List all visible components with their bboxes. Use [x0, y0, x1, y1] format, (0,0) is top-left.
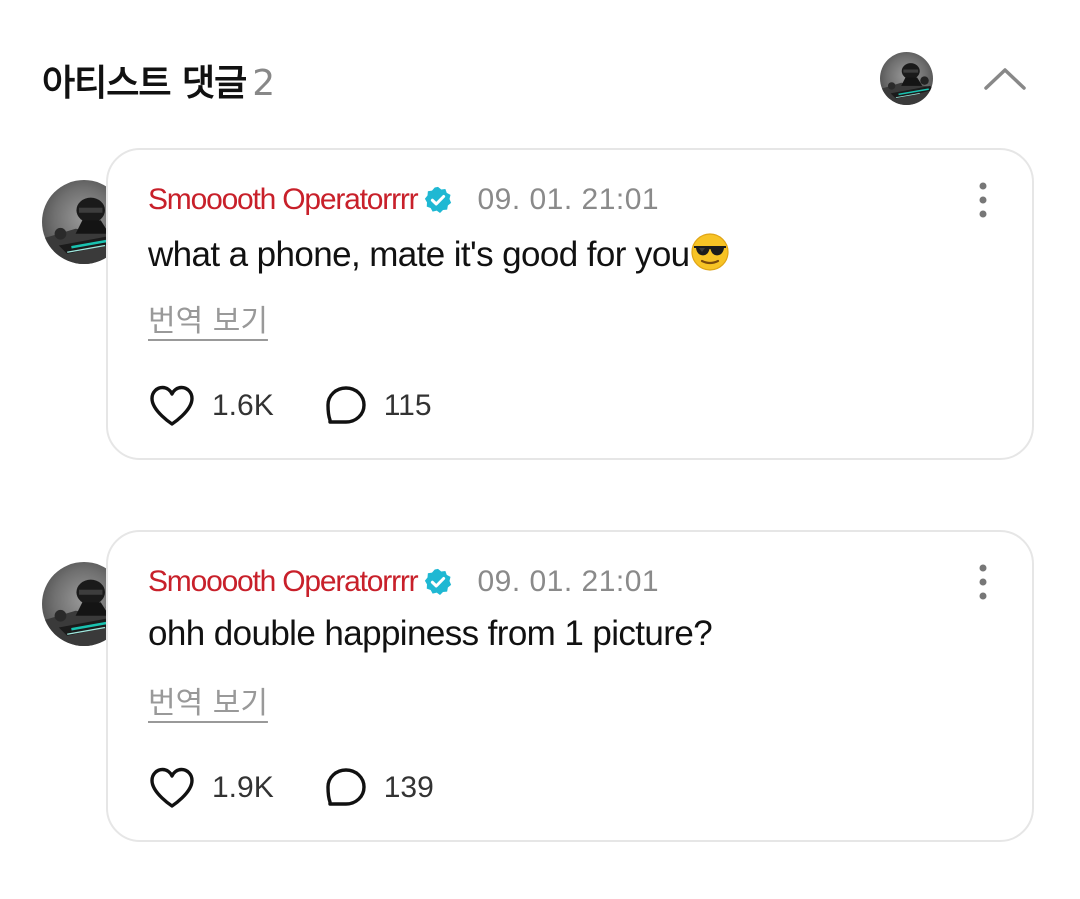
comment-body: what a phone, mate it's good for you — [148, 232, 730, 275]
more-options-button[interactable] — [970, 180, 996, 220]
reply-button[interactable]: 115 — [324, 384, 432, 428]
section-title-label: 아티스트 댓글 — [42, 63, 247, 104]
author-name[interactable]: Smooooth Operatorrrr — [148, 565, 419, 599]
like-count: 1.6K — [212, 389, 274, 422]
comment-bubble-icon — [326, 386, 366, 424]
chevron-up-icon — [984, 68, 1026, 90]
comment-count: 2 — [252, 63, 275, 104]
comment-actions: 1.9K 139 — [148, 764, 434, 812]
reply-count: 139 — [383, 771, 434, 804]
section-title: 아티스트 댓글 2 — [42, 54, 275, 106]
translate-link[interactable]: 번역 보기 — [148, 296, 268, 340]
author-name[interactable]: Smooooth Operatorrrr — [148, 183, 419, 217]
like-button[interactable]: 1.9K — [148, 766, 274, 810]
comment-text: ohh double happiness from 1 picture? — [148, 614, 713, 653]
comment-bubble-icon — [326, 768, 366, 806]
comment-card: Smooooth Operatorrrr 09. 01. 21:01 what … — [106, 148, 1034, 460]
comment-meta: Smooooth Operatorrrr 09. 01. 21:01 — [148, 180, 659, 220]
artist-comments-header: 아티스트 댓글 2 — [42, 50, 1038, 106]
comment-item: Smooooth Operatorrrr 09. 01. 21:01 ohh d… — [42, 530, 1038, 846]
verified-badge-icon — [425, 186, 452, 213]
comment-actions: 1.6K 115 — [148, 382, 432, 430]
artist-avatar[interactable] — [880, 52, 933, 105]
like-button[interactable]: 1.6K — [148, 384, 274, 428]
comment-timestamp: 09. 01. 21:01 — [477, 183, 660, 216]
comment-item: Smooooth Operatorrrr 09. 01. 21:01 what … — [42, 148, 1038, 464]
collapse-button[interactable] — [980, 56, 1030, 98]
more-vertical-icon — [979, 182, 987, 218]
comment-text: what a phone, mate it's good for you — [148, 235, 690, 274]
heart-icon — [150, 385, 194, 426]
reply-button[interactable]: 139 — [324, 766, 434, 810]
more-options-button[interactable] — [970, 562, 996, 602]
comment-card: Smooooth Operatorrrr 09. 01. 21:01 ohh d… — [106, 530, 1034, 842]
more-vertical-icon — [979, 564, 987, 600]
sunglasses-emoji-icon — [690, 233, 729, 271]
translate-link[interactable]: 번역 보기 — [148, 678, 268, 722]
comment-body: ohh double happiness from 1 picture? — [148, 614, 713, 654]
comment-meta: Smooooth Operatorrrr 09. 01. 21:01 — [148, 562, 659, 602]
verified-badge-icon — [425, 568, 452, 595]
reply-count: 115 — [383, 389, 432, 422]
like-count: 1.9K — [212, 771, 274, 804]
comment-timestamp: 09. 01. 21:01 — [477, 565, 660, 598]
heart-icon — [150, 767, 194, 808]
